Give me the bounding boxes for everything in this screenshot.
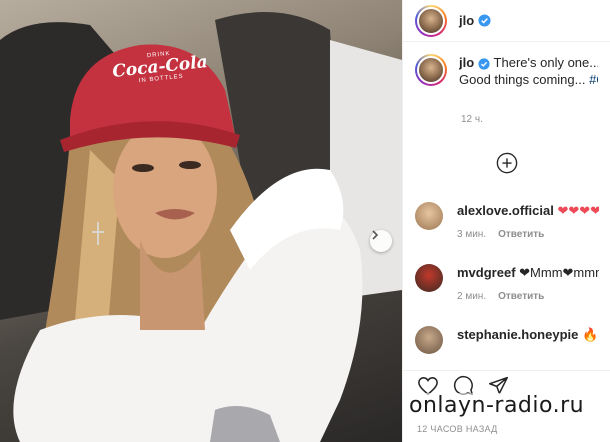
comment-item: alexlove.official ❤❤❤❤ 3 мин. Ответить [403,202,610,240]
caption-text: jlo There's only one...❤ Good things com… [459,54,598,122]
reply-button[interactable]: Ответить [498,291,544,302]
comment-username[interactable]: mvdgreef [457,265,516,280]
comment-time: 2 мин. [457,291,487,302]
post-sidebar: jlo jlo There's only one...❤ Good things… [402,0,610,442]
load-more-comments-button[interactable] [403,152,610,174]
caption-avatar[interactable] [415,54,447,86]
avatar[interactable] [415,4,447,37]
plus-circle-icon [496,152,518,174]
chevron-right-icon [372,230,379,240]
verified-badge-icon [478,14,491,27]
header-username[interactable]: jlo [459,13,474,28]
comment-text: ❤Mmm❤mmm [515,265,599,280]
comment-item: stephanie.honeypie 🔥🔥🔥 [403,326,610,354]
comment-text: 🔥🔥🔥 [581,327,599,342]
comment-time: 3 мин. [457,229,487,240]
verified-badge-icon [478,57,490,70]
caption-time: 12 ч. [461,114,483,125]
comment-item: mvdgreef ❤Mmm❤mmm 2 мин. Ответить [403,264,610,302]
comment-username[interactable]: stephanie.honeypie [457,327,578,342]
caption-username[interactable]: jlo [459,55,474,70]
commenter-avatar[interactable] [415,202,443,230]
caption-line-2: Good things coming... [459,72,590,87]
next-photo-button[interactable] [370,230,392,252]
post-photo: DRINK Coca-Cola IN BOTTLES [0,0,402,442]
commenter-avatar[interactable] [415,264,443,292]
post-caption: jlo There's only one...❤ Good things com… [403,42,610,122]
comment-text: ❤❤❤❤ [553,203,599,218]
caption-line-1: There's only one... [490,55,598,70]
caption-hashtag[interactable]: #Car [589,72,598,87]
watermark: onlayn-radio.ru [406,393,588,418]
reply-button[interactable]: Ответить [498,229,544,240]
posted-time: 12 ЧАСОВ НАЗАД [417,424,498,434]
commenter-avatar[interactable] [415,326,443,354]
post-header: jlo [403,0,610,42]
comment-username[interactable]: alexlove.official [457,203,554,218]
